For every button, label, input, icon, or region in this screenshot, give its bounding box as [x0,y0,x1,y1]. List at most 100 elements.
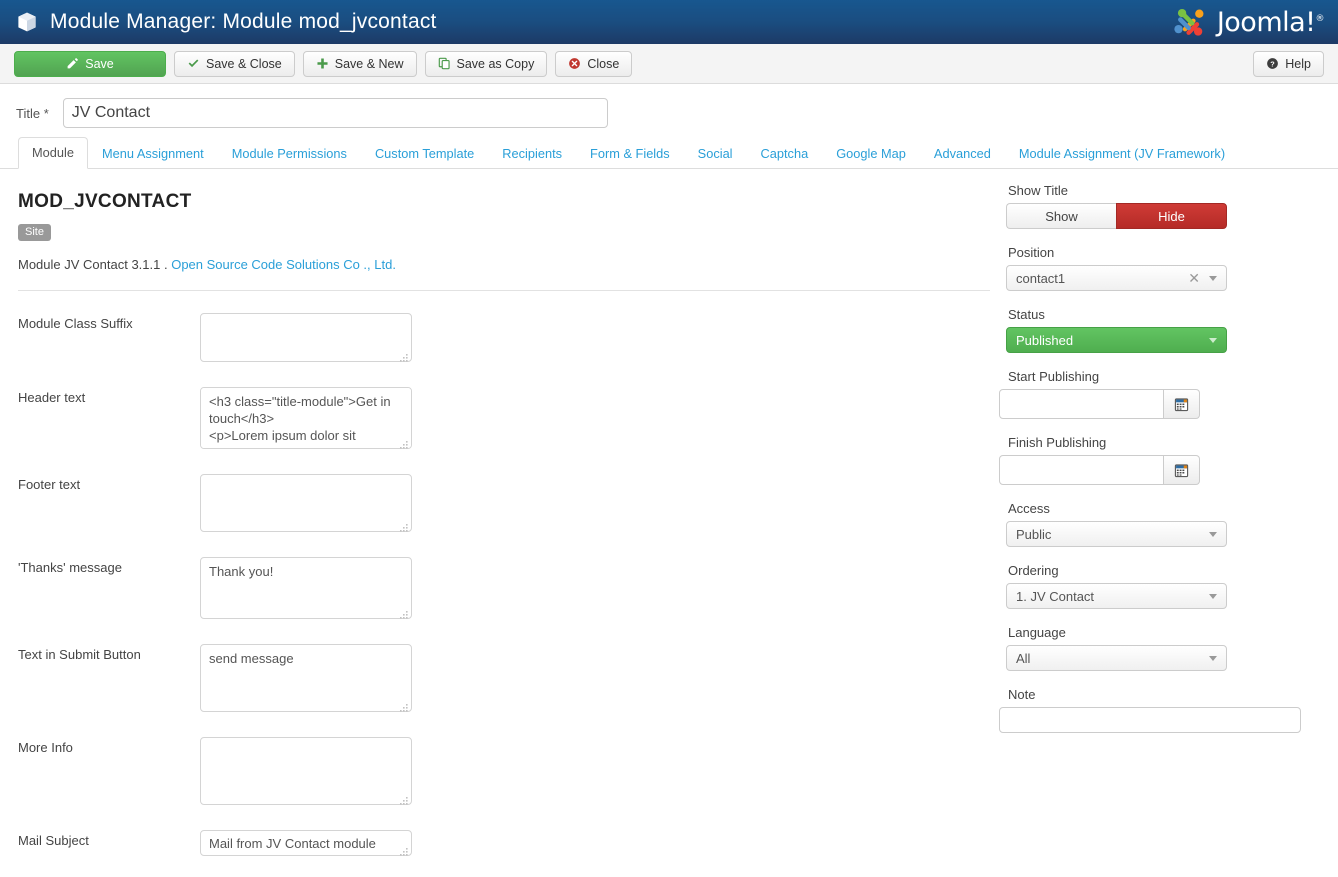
module-description: Module JV Contact 3.1.1 . Open Source Co… [18,257,990,272]
sidebar-panel: Show Title Show Hide Position contact1 ✕… [990,169,1338,877]
save-edit-icon [66,57,79,70]
vendor-link[interactable]: Open Source Code Solutions Co ., Ltd. [171,257,396,272]
note-label: Note [1008,687,1036,702]
field-label: Text in Submit Button [18,647,141,662]
field-label: More Info [18,740,73,755]
finish-publishing-control [999,455,1338,485]
position-label: Position [1008,245,1055,260]
save-as-copy-button[interactable]: Save as Copy [424,50,548,77]
access-label: Access [1008,501,1050,516]
tab-menu-assignment[interactable]: Menu Assignment [88,138,218,169]
title-input[interactable] [62,98,608,128]
access-select[interactable]: Public [1006,521,1227,547]
language-group: Language All [998,625,1338,671]
tab-captcha[interactable]: Captcha [747,138,823,169]
chevron-down-icon [1209,531,1217,537]
status-badge: Site [18,224,51,241]
status-select[interactable]: Published [1006,327,1227,353]
tab-google-map[interactable]: Google Map [822,138,920,169]
start-publishing-calendar-button[interactable] [1164,389,1200,419]
field-input-wrapper [200,737,412,808]
field-textarea[interactable] [200,313,412,362]
field-textarea[interactable] [200,474,412,532]
field-input-wrapper [200,313,412,365]
clear-icon[interactable]: ✕ [1188,271,1200,285]
field-textarea[interactable] [200,737,412,805]
tab-module[interactable]: Module [18,137,88,169]
tab-bar: Module Menu Assignment Module Permissions C… [0,137,1338,169]
show-title-show-option[interactable]: Show [1006,203,1116,229]
field-input-wrapper [200,387,412,452]
field-label: Module Class Suffix [18,316,133,331]
chevron-down-icon [1209,275,1217,281]
position-select[interactable]: contact1 ✕ [1006,265,1227,291]
joomla-logo: Joomla!® [1172,3,1324,41]
tab-social[interactable]: Social [684,138,747,169]
save-button-label: Save [85,56,114,71]
access-value: Public [1016,526,1052,542]
field-row: Footer text [18,474,990,535]
start-publishing-label: Start Publishing [1008,369,1100,384]
close-button-label: Close [587,56,620,71]
toolbar: Save Save & Close Save & New Save as Cop… [0,44,1338,84]
field-label: 'Thanks' message [18,560,122,575]
finish-publishing-group: Finish Publishing [998,435,1338,485]
field-textarea[interactable] [200,557,412,619]
save-and-close-label: Save & Close [206,56,282,71]
finish-publishing-input[interactable] [999,455,1164,485]
status-group: Status Published [998,307,1338,353]
calendar-icon [1174,463,1189,478]
start-publishing-input[interactable] [999,389,1164,419]
module-description-text: Module JV Contact 3.1.1 . [18,257,172,272]
box-icon [16,11,38,33]
help-button-label: Help [1285,56,1311,71]
ordering-group: Ordering 1. JV Contact [998,563,1338,609]
show-title-hide-option[interactable]: Hide [1116,203,1227,229]
access-group: Access Public [998,501,1338,547]
chevron-down-icon [1209,593,1217,599]
header-title-group: Module Manager: Module mod_jvcontact [16,10,437,34]
tab-recipients[interactable]: Recipients [488,138,576,169]
field-textarea[interactable] [200,830,412,856]
save-and-close-button[interactable]: Save & Close [174,50,295,77]
ordering-label: Ordering [1008,563,1059,578]
tab-module-assignment-jv-framework[interactable]: Module Assignment (JV Framework) [1005,138,1239,169]
joomla-mark-icon [1172,3,1210,41]
position-group: Position contact1 ✕ [998,245,1338,291]
ordering-select[interactable]: 1. JV Contact [1006,583,1227,609]
field-input-wrapper [200,474,412,535]
tab-form-fields[interactable]: Form & Fields [576,138,684,169]
app-header: Module Manager: Module mod_jvcontact Joo… [0,0,1338,44]
calendar-icon [1174,397,1189,412]
svg-text:?: ? [1271,59,1276,68]
save-and-new-label: Save & New [334,56,404,71]
finish-publishing-calendar-button[interactable] [1164,455,1200,485]
plus-icon [316,57,329,70]
field-row: Mail Subject [18,830,990,859]
help-button[interactable]: ? Help [1253,50,1324,77]
field-row: Module Class Suffix [18,313,990,365]
note-input[interactable] [999,707,1301,733]
title-row: Title * [0,84,1338,138]
field-label: Mail Subject [18,833,89,848]
field-row: More Info [18,737,990,808]
save-button[interactable]: Save [14,50,166,77]
field-textarea[interactable] [200,644,412,712]
field-label: Header text [18,390,86,405]
save-and-new-button[interactable]: Save & New [302,50,417,77]
start-publishing-group: Start Publishing [998,369,1338,419]
tab-module-permissions[interactable]: Module Permissions [218,138,361,169]
field-textarea[interactable] [200,387,412,449]
check-icon [187,57,200,70]
language-select[interactable]: All [1006,645,1227,671]
tab-custom-template[interactable]: Custom Template [361,138,488,169]
field-row: 'Thanks' message [18,557,990,622]
close-button[interactable]: Close [555,50,633,77]
page-title: Module Manager: Module mod_jvcontact [50,10,437,33]
field-label: Footer text [18,477,81,492]
close-icon [568,57,581,70]
copy-icon [438,57,451,70]
status-value: Published [1016,332,1074,348]
tab-advanced[interactable]: Advanced [920,138,1005,169]
field-row: Text in Submit Button [18,644,990,715]
